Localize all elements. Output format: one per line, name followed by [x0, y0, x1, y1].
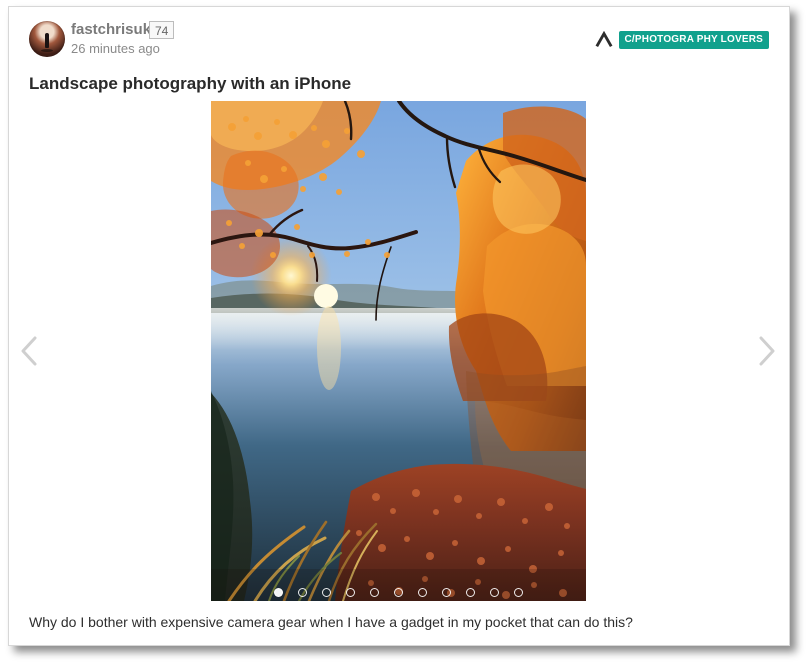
author-score-badge: 74 [149, 21, 175, 39]
carousel-dot-5[interactable] [370, 588, 379, 597]
chevron-left-icon [21, 336, 37, 366]
carousel-dot-9[interactable] [466, 588, 475, 597]
carousel-dot-7[interactable] [418, 588, 427, 597]
author-avatar[interactable] [29, 21, 65, 57]
post-card: fastchrisuk 74 26 minutes ago C/PHOTOGRA… [8, 6, 790, 646]
community-link[interactable]: C/PHOTOGRA PHY LOVERS [595, 31, 769, 49]
carousel-pagination[interactable] [211, 588, 586, 597]
carousel-dot-1[interactable] [274, 588, 283, 597]
image-carousel[interactable] [211, 101, 586, 601]
carousel-dot-10[interactable] [490, 588, 499, 597]
carousel-dot-3[interactable] [322, 588, 331, 597]
post-image [211, 101, 586, 601]
chevron-right-icon [759, 336, 775, 366]
author-username[interactable]: fastchrisuk [71, 21, 151, 39]
carousel-dot-4[interactable] [346, 588, 355, 597]
carousel-prev-button[interactable] [16, 334, 42, 368]
carousel-next-button[interactable] [754, 334, 780, 368]
post-title[interactable]: Landscape photography with an iPhone [29, 73, 351, 94]
community-chip: C/PHOTOGRA PHY LOVERS [618, 31, 769, 49]
carousel-dot-11[interactable] [514, 588, 523, 597]
post-timestamp: 26 minutes ago [71, 41, 160, 56]
carousel-dot-8[interactable] [442, 588, 451, 597]
community-chevron-icon [595, 31, 612, 48]
post-caption: Why do I bother with expensive camera ge… [29, 614, 633, 630]
carousel-dot-6[interactable] [394, 588, 403, 597]
carousel-dot-2[interactable] [298, 588, 307, 597]
